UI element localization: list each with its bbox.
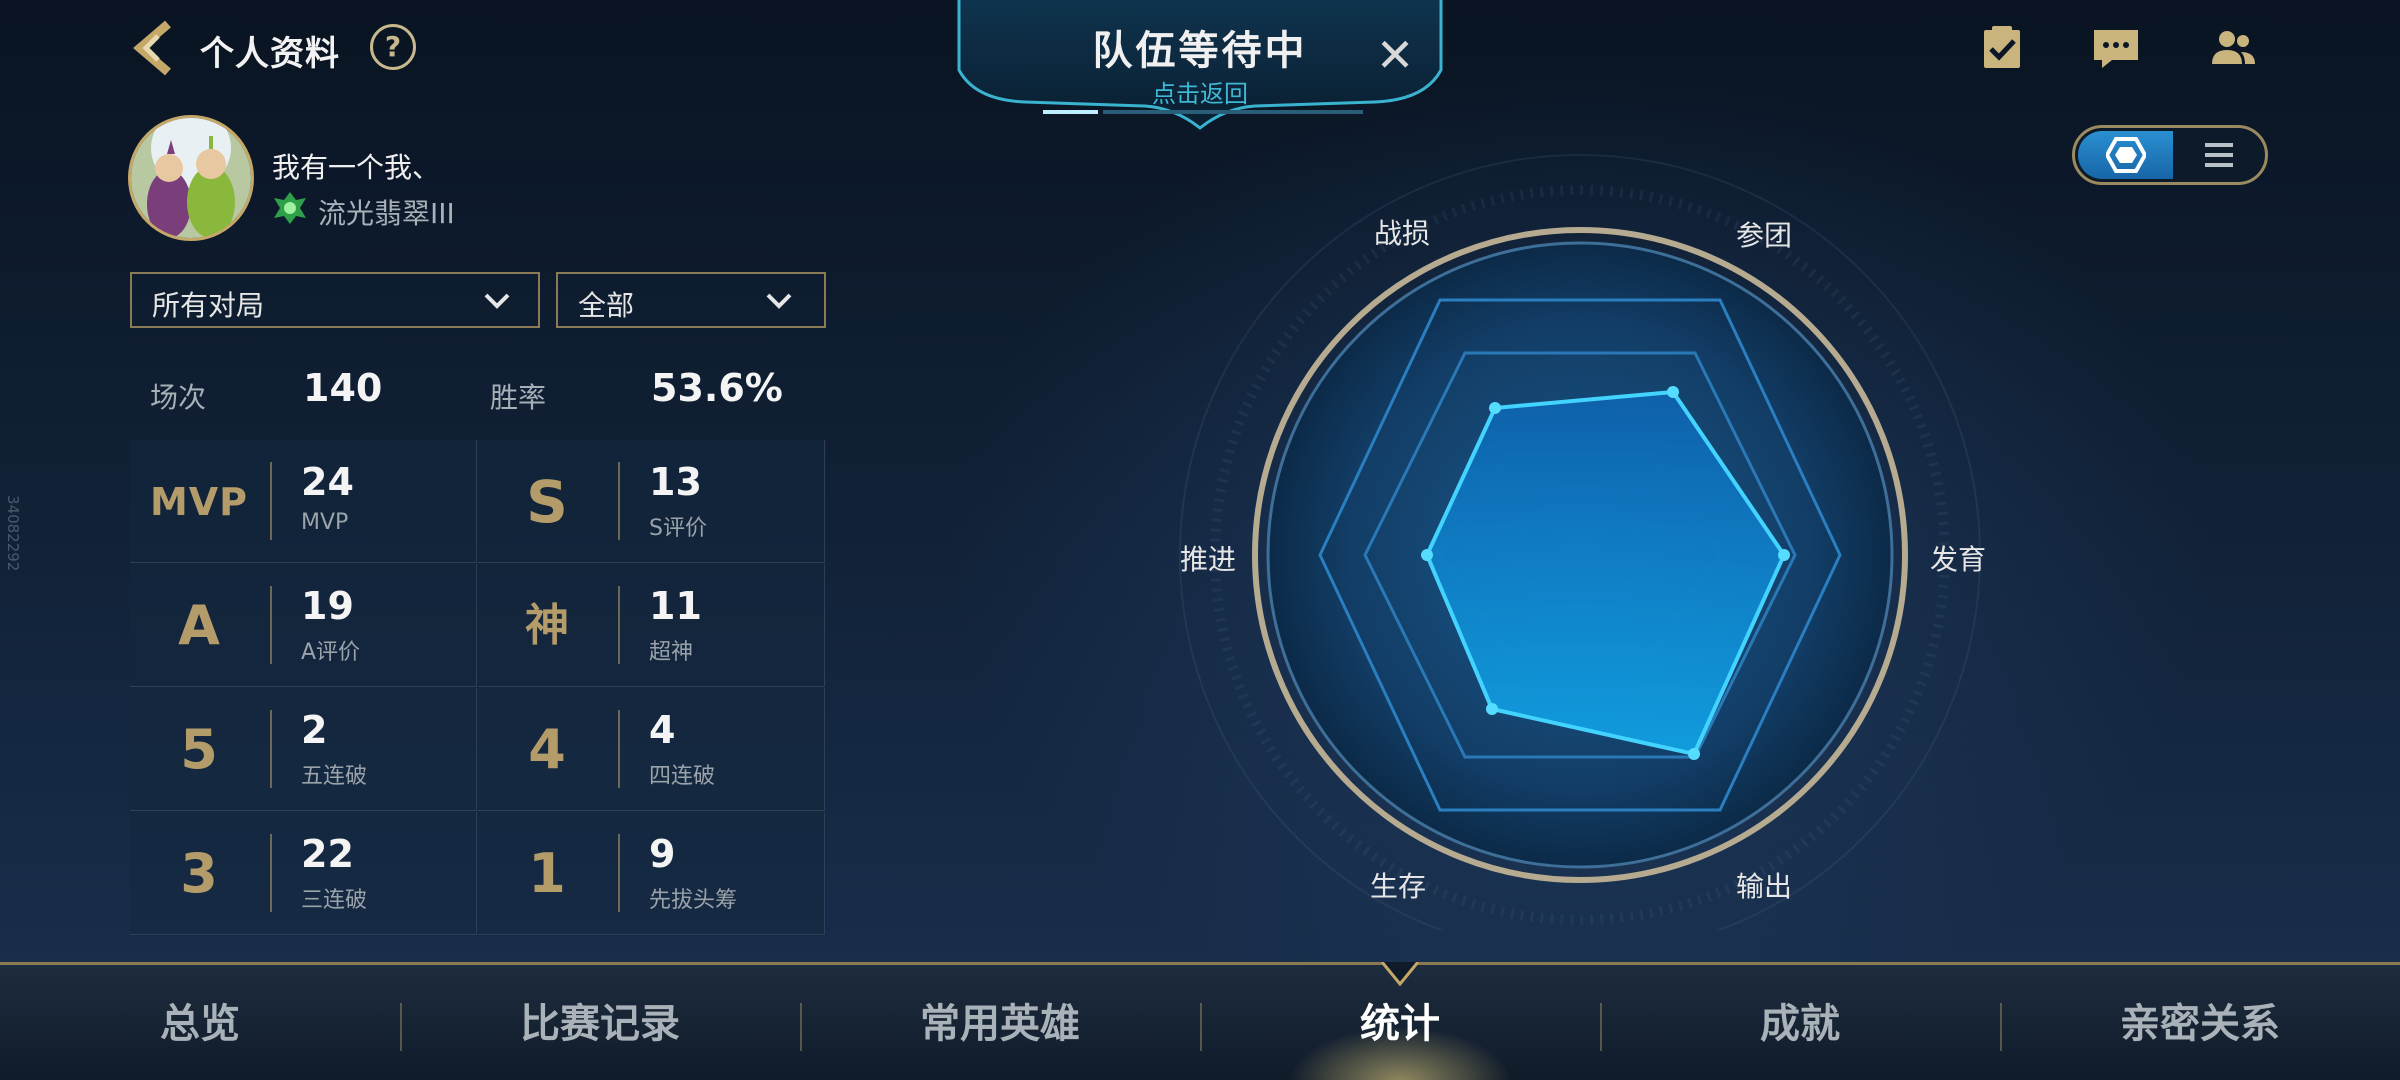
stat-label: S评价 bbox=[649, 516, 707, 541]
close-icon[interactable]: ✕ bbox=[1370, 30, 1420, 80]
divider bbox=[618, 586, 620, 664]
matches-label: 场次 bbox=[150, 381, 207, 414]
scope-dropdown[interactable]: 全部 bbox=[556, 272, 826, 328]
tab-relationships[interactable]: 亲密关系 bbox=[2000, 965, 2400, 1080]
stat-cell-triple-kill: 3 22 三连破 bbox=[130, 812, 477, 935]
rank-name: 流光翡翠III bbox=[318, 197, 455, 230]
stat-label: 先拔头筹 bbox=[649, 888, 738, 913]
winrate-value: 53.6% bbox=[651, 366, 783, 410]
divider bbox=[618, 834, 620, 912]
winrate-label: 胜率 bbox=[490, 381, 547, 414]
match-type-value: 所有对局 bbox=[152, 289, 265, 322]
stat-value: 24 bbox=[301, 460, 354, 504]
stat-cell-s-rating: S 13 S评价 bbox=[478, 440, 825, 563]
stat-value: 9 bbox=[649, 832, 676, 876]
stat-value: 4 bbox=[649, 708, 676, 752]
divider bbox=[270, 834, 272, 912]
stat-label: 四连破 bbox=[649, 764, 716, 789]
divider bbox=[270, 462, 272, 540]
radar-view-button[interactable] bbox=[2078, 131, 2173, 179]
back-button[interactable] bbox=[128, 18, 184, 78]
matches-value: 140 bbox=[303, 366, 383, 410]
chevron-down-icon bbox=[484, 293, 510, 309]
page-title: 个人资料 bbox=[200, 34, 340, 74]
stat-label: 超神 bbox=[649, 640, 694, 665]
stat-value: 13 bbox=[649, 460, 702, 504]
list-icon bbox=[2205, 143, 2233, 167]
stat-value: 22 bbox=[301, 832, 354, 876]
radar-label-damage-taken: 战损 bbox=[1374, 217, 1431, 250]
tab-common-heroes[interactable]: 常用英雄 bbox=[800, 965, 1200, 1080]
stat-cell-first-blood: 1 9 先拔头筹 bbox=[478, 812, 825, 935]
list-view-button[interactable] bbox=[2175, 131, 2264, 179]
bottom-nav: 总览 比赛记录 常用英雄 统计 成就 亲密关系 bbox=[0, 962, 2400, 1080]
radar-label-damage-output: 输出 bbox=[1736, 870, 1793, 903]
username: 我有一个我、 bbox=[272, 151, 441, 184]
tab-achievements[interactable]: 成就 bbox=[1600, 965, 2000, 1080]
mvp-badge-icon: MVP bbox=[149, 480, 249, 524]
view-toggle bbox=[2072, 125, 2268, 185]
radar-label-farming: 发育 bbox=[1930, 543, 1987, 576]
queue-waiting-banner[interactable]: 队伍等待中 点击返回 ✕ bbox=[955, 0, 1445, 140]
radar-label-teamfight: 参团 bbox=[1736, 219, 1793, 252]
stat-cell-legendary: 神 11 超神 bbox=[478, 564, 825, 687]
match-type-dropdown[interactable]: 所有对局 bbox=[130, 272, 540, 328]
stats-grid: MVP 24 MVP S 13 S评价 A 19 A评价 神 11 超神 5 2 bbox=[130, 440, 826, 936]
radar-chart bbox=[1179, 154, 1981, 930]
side-watermark: 34082292 bbox=[4, 495, 22, 572]
back-arrow-icon bbox=[133, 20, 171, 76]
avatar[interactable] bbox=[128, 115, 254, 241]
stat-label: MVP bbox=[301, 510, 349, 535]
stat-cell-mvp: MVP 24 MVP bbox=[130, 440, 477, 563]
stat-cell-penta-kill: 5 2 五连破 bbox=[130, 688, 477, 811]
divider bbox=[618, 710, 620, 788]
tasks-icon[interactable] bbox=[1976, 22, 2028, 74]
divider bbox=[270, 586, 272, 664]
stat-value: 19 bbox=[301, 584, 354, 628]
tab-match-history[interactable]: 比赛记录 bbox=[400, 965, 800, 1080]
stat-label: A评价 bbox=[301, 640, 361, 665]
profile-stats-screen: 个人资料 ? 队伍等待中 点击返回 ✕ 我有一个我、 流光翡翠III 所有对局 … bbox=[0, 0, 2400, 1080]
s-rating-icon: S bbox=[526, 468, 568, 536]
first-blood-icon: 1 bbox=[528, 842, 566, 905]
triple-kill-icon: 3 bbox=[180, 842, 218, 905]
tab-overview[interactable]: 总览 bbox=[0, 965, 400, 1080]
divider bbox=[618, 462, 620, 540]
stat-cell-quadra-kill: 4 4 四连破 bbox=[478, 688, 825, 811]
quadra-kill-icon: 4 bbox=[528, 718, 566, 781]
help-button[interactable]: ? bbox=[370, 24, 416, 70]
hexagon-icon bbox=[2106, 137, 2146, 173]
rank-emerald-icon bbox=[274, 192, 306, 224]
divider bbox=[270, 710, 272, 788]
stat-value: 2 bbox=[301, 708, 328, 752]
tab-statistics[interactable]: 统计 bbox=[1200, 965, 1600, 1080]
avatar-image bbox=[131, 118, 251, 238]
stat-cell-a-rating: A 19 A评价 bbox=[130, 564, 477, 687]
radar-label-push: 推进 bbox=[1180, 543, 1237, 576]
chat-icon[interactable] bbox=[2090, 22, 2142, 74]
penta-kill-icon: 5 bbox=[180, 718, 218, 781]
legendary-icon: 神 bbox=[525, 600, 569, 651]
a-rating-icon: A bbox=[178, 594, 220, 657]
stat-label: 三连破 bbox=[301, 888, 368, 913]
stat-label: 五连破 bbox=[301, 764, 368, 789]
stat-value: 11 bbox=[649, 584, 702, 628]
chevron-down-icon bbox=[766, 293, 792, 309]
radar-label-survival: 生存 bbox=[1370, 870, 1427, 903]
friends-icon[interactable] bbox=[2207, 22, 2259, 74]
scope-value: 全部 bbox=[578, 289, 635, 322]
